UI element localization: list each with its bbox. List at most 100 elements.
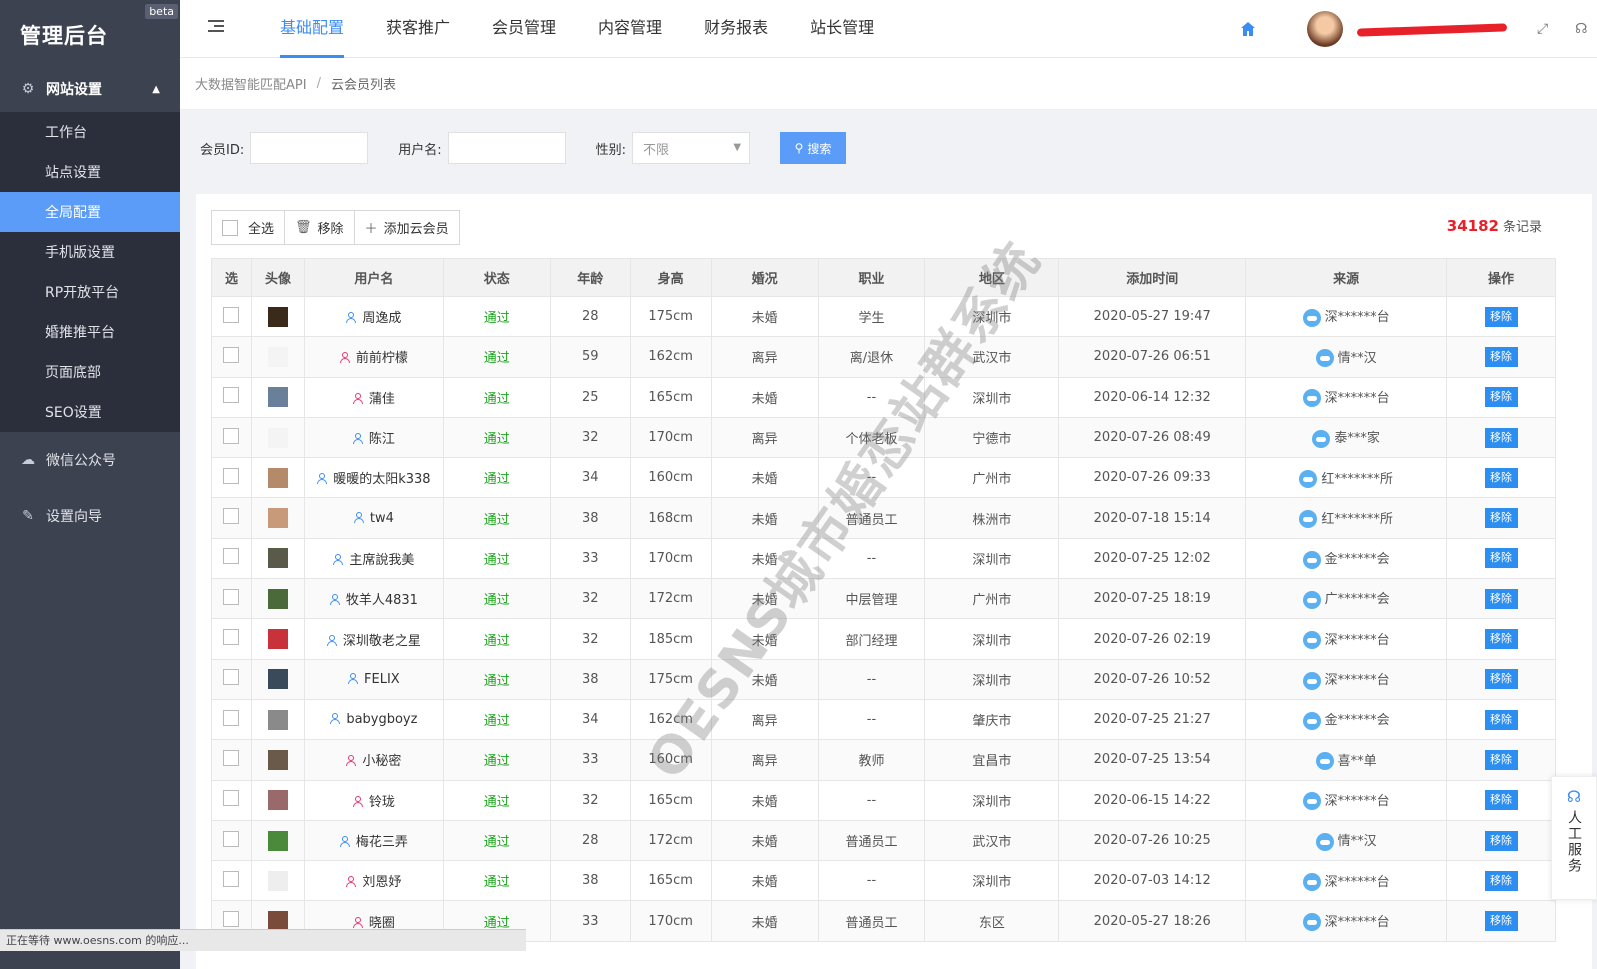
fullscreen-icon[interactable]: ⤢ <box>1537 21 1553 37</box>
row-checkbox[interactable] <box>223 911 240 928</box>
avatar-thumbnail[interactable] <box>267 709 288 730</box>
row-checkbox[interactable] <box>223 790 240 807</box>
row-remove-button[interactable]: 移除 <box>1484 548 1518 569</box>
username[interactable]: 铃珑 <box>369 795 395 810</box>
headset-icon[interactable]: ☊ <box>1575 21 1591 37</box>
member-id-input[interactable] <box>250 132 369 164</box>
username[interactable]: 周逸成 <box>362 311 401 326</box>
username[interactable]: 牧羊人4831 <box>346 593 418 608</box>
tab-3[interactable]: 内容管理 <box>578 0 682 58</box>
avatar-thumbnail[interactable] <box>267 629 288 650</box>
username-input[interactable] <box>447 132 566 164</box>
avatar-thumbnail[interactable] <box>267 467 288 488</box>
row-checkbox[interactable] <box>223 629 240 646</box>
menu-toggle-icon[interactable] <box>208 20 224 34</box>
tab-2[interactable]: 会员管理 <box>472 0 576 58</box>
row-remove-button[interactable]: 移除 <box>1484 588 1518 609</box>
username[interactable]: tw4 <box>370 511 394 526</box>
row-checkbox[interactable] <box>223 870 240 887</box>
sidebar-item-2[interactable]: 全局配置 <box>0 192 180 232</box>
row-checkbox[interactable] <box>223 306 240 323</box>
username[interactable]: 前前柠檬 <box>356 351 408 366</box>
row-remove-button[interactable]: 移除 <box>1484 629 1518 650</box>
select-all-checkbox[interactable] <box>222 219 238 236</box>
tab-0[interactable]: 基础配置 <box>260 0 364 58</box>
row-checkbox[interactable] <box>223 588 240 605</box>
row-checkbox[interactable] <box>223 749 240 766</box>
row-remove-button[interactable]: 移除 <box>1484 790 1518 811</box>
username[interactable]: 陈江 <box>369 432 395 447</box>
tab-1[interactable]: 获客推广 <box>366 0 470 58</box>
username[interactable]: 深圳敬老之星 <box>343 634 421 649</box>
avatar-thumbnail[interactable] <box>267 830 288 851</box>
sidebar-item-setup-wizard[interactable]: ✎ 设置向导 <box>0 488 180 544</box>
row-checkbox[interactable] <box>223 387 240 404</box>
region-cell: 东区 <box>924 900 1060 942</box>
sidebar-item-3[interactable]: 手机版设置 <box>0 232 180 272</box>
remove-button[interactable]: 🗑 移除 <box>285 211 355 244</box>
row-remove-button[interactable]: 移除 <box>1484 427 1518 448</box>
row-remove-button[interactable]: 移除 <box>1484 870 1518 891</box>
username[interactable]: 蒲佳 <box>369 392 395 407</box>
avatar[interactable] <box>1307 11 1343 47</box>
avatar-thumbnail[interactable] <box>267 508 288 529</box>
search-button[interactable]: ⚲ 搜索 <box>780 132 847 164</box>
row-checkbox[interactable] <box>223 427 240 444</box>
row-remove-button[interactable]: 移除 <box>1484 508 1518 529</box>
username[interactable]: 刘恩妤 <box>362 875 401 890</box>
row-checkbox[interactable] <box>223 346 240 363</box>
username[interactable]: 主席說我美 <box>349 553 414 568</box>
row-remove-button[interactable]: 移除 <box>1484 346 1518 367</box>
add-cloud-member-button[interactable]: ＋ 添加云会员 <box>355 211 459 244</box>
select-all-button[interactable]: 全选 <box>212 211 286 244</box>
row-checkbox[interactable] <box>223 548 240 565</box>
sidebar-item-wechat[interactable]: ☁ 微信公众号 <box>0 432 180 488</box>
avatar-thumbnail[interactable] <box>267 588 288 609</box>
row-remove-button[interactable]: 移除 <box>1484 830 1518 851</box>
username[interactable]: 小秘密 <box>362 754 401 769</box>
row-checkbox[interactable] <box>223 669 240 686</box>
username[interactable]: 暖暖的太阳k338 <box>333 472 430 487</box>
sidebar-item-7[interactable]: SEO设置 <box>0 392 180 432</box>
user-name-redacted[interactable] <box>1357 22 1507 36</box>
sidebar-item-5[interactable]: 婚推推平台 <box>0 312 180 352</box>
tab-4[interactable]: 财务报表 <box>684 0 788 58</box>
avatar-thumbnail[interactable] <box>267 387 288 408</box>
avatar-thumbnail[interactable] <box>267 669 288 690</box>
row-remove-button[interactable]: 移除 <box>1484 306 1518 327</box>
row-checkbox[interactable] <box>223 508 240 525</box>
member-id-label: 会员ID: <box>200 142 245 158</box>
home-icon[interactable] <box>1239 20 1257 38</box>
sidebar-item-6[interactable]: 页面底部 <box>0 352 180 392</box>
username[interactable]: FELIX <box>364 672 400 687</box>
row-checkbox[interactable] <box>223 709 240 726</box>
breadcrumb-parent[interactable]: 大数据智能匹配API <box>195 74 307 93</box>
sidebar-item-4[interactable]: RP开放平台 <box>0 272 180 312</box>
avatar-thumbnail[interactable] <box>267 870 288 891</box>
avatar-thumbnail[interactable] <box>267 749 288 770</box>
row-checkbox[interactable] <box>223 467 240 484</box>
row-remove-button[interactable]: 移除 <box>1484 387 1518 408</box>
row-remove-button[interactable]: 移除 <box>1484 911 1518 932</box>
username[interactable]: babygboyz <box>346 712 417 727</box>
row-remove-button[interactable]: 移除 <box>1484 669 1518 690</box>
username[interactable]: 梅花三弄 <box>356 835 408 850</box>
sidebar-group-website-settings[interactable]: ⚙ 网站设置 ▲ <box>0 66 180 112</box>
time-cell: 2020-07-26 08:49 <box>1058 416 1247 459</box>
tab-5[interactable]: 站长管理 <box>790 0 894 58</box>
sidebar-item-1[interactable]: 站点设置 <box>0 152 180 192</box>
row-remove-button[interactable]: 移除 <box>1484 749 1518 770</box>
avatar-thumbnail[interactable] <box>267 548 288 569</box>
row-remove-button[interactable]: 移除 <box>1484 709 1518 730</box>
gender-select[interactable]: 不限 ▼ <box>632 132 751 164</box>
row-checkbox[interactable] <box>223 830 240 847</box>
female-user-icon <box>352 795 363 807</box>
row-remove-button[interactable]: 移除 <box>1484 467 1518 488</box>
customer-service-float[interactable]: ☊ 人工服务 <box>1551 776 1597 900</box>
avatar-cell <box>250 658 305 700</box>
avatar-thumbnail[interactable] <box>267 346 288 367</box>
sidebar-item-0[interactable]: 工作台 <box>0 112 180 152</box>
avatar-thumbnail[interactable] <box>267 306 288 327</box>
avatar-thumbnail[interactable] <box>267 427 288 448</box>
avatar-thumbnail[interactable] <box>267 790 288 811</box>
